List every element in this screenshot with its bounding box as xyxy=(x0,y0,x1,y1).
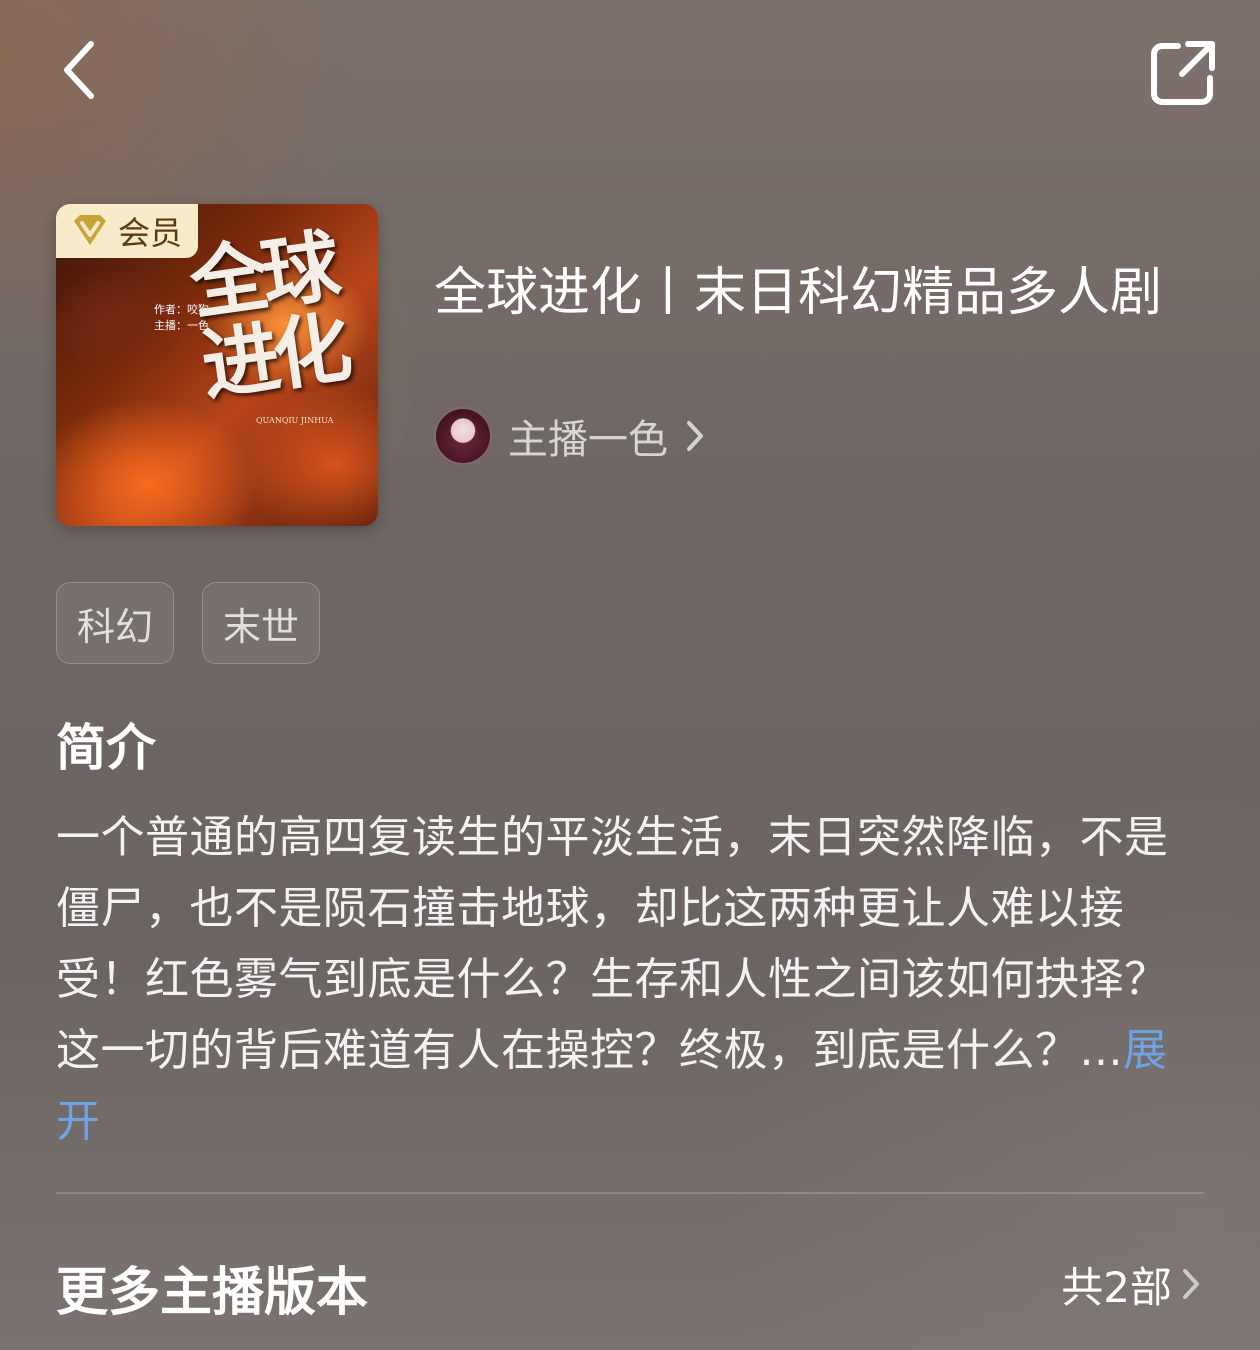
book-title: 全球进化丨末日科幻精品多人剧 xyxy=(434,263,1163,323)
more-versions-heading: 更多主播版本 xyxy=(56,1263,369,1323)
cover-title-art: 全球进化 xyxy=(184,220,352,413)
tag-list: 科幻 末世 xyxy=(56,582,321,664)
anchor-name: 主播一色 xyxy=(508,417,668,463)
share-button[interactable] xyxy=(1140,30,1226,116)
chevron-left-icon xyxy=(64,41,94,99)
vip-badge: 会员 xyxy=(56,204,199,258)
anchor-link[interactable]: 主播一色 xyxy=(434,407,706,465)
intro-text: 一个普通的高四复读生的平淡生活，末日突然降临，不是僵尸，也不是陨石撞击地球，却比… xyxy=(56,802,1196,1157)
back-button[interactable] xyxy=(44,30,114,110)
vip-v-icon xyxy=(74,215,106,245)
book-cover-image[interactable]: 作者：咬狗 主播：一色 全球进化 QUANQIU JINHUA 会员 xyxy=(56,204,378,526)
chevron-right-icon xyxy=(1183,1269,1199,1299)
more-versions-link[interactable]: 共2部 xyxy=(1061,1256,1202,1312)
vip-badge-label: 会员 xyxy=(118,214,183,252)
cover-pinyin: QUANQIU JINHUA xyxy=(256,416,334,425)
anchor-avatar xyxy=(434,407,492,465)
tag-apocalypse[interactable]: 末世 xyxy=(202,582,321,664)
more-versions-count: 共2部 xyxy=(1061,1262,1172,1312)
section-divider xyxy=(56,1192,1204,1194)
share-external-icon xyxy=(1151,41,1215,105)
audiobook-detail-page: 作者：咬狗 主播：一色 全球进化 QUANQIU JINHUA 会员 全球进化丨… xyxy=(0,0,1260,1350)
intro-body: 一个普通的高四复读生的平淡生活，末日突然降临，不是僵尸，也不是陨石撞击地球，却比… xyxy=(56,812,1169,1076)
chevron-right-icon xyxy=(687,421,703,451)
intro-heading: 简介 xyxy=(56,719,156,777)
tag-sci-fi[interactable]: 科幻 xyxy=(56,582,175,664)
